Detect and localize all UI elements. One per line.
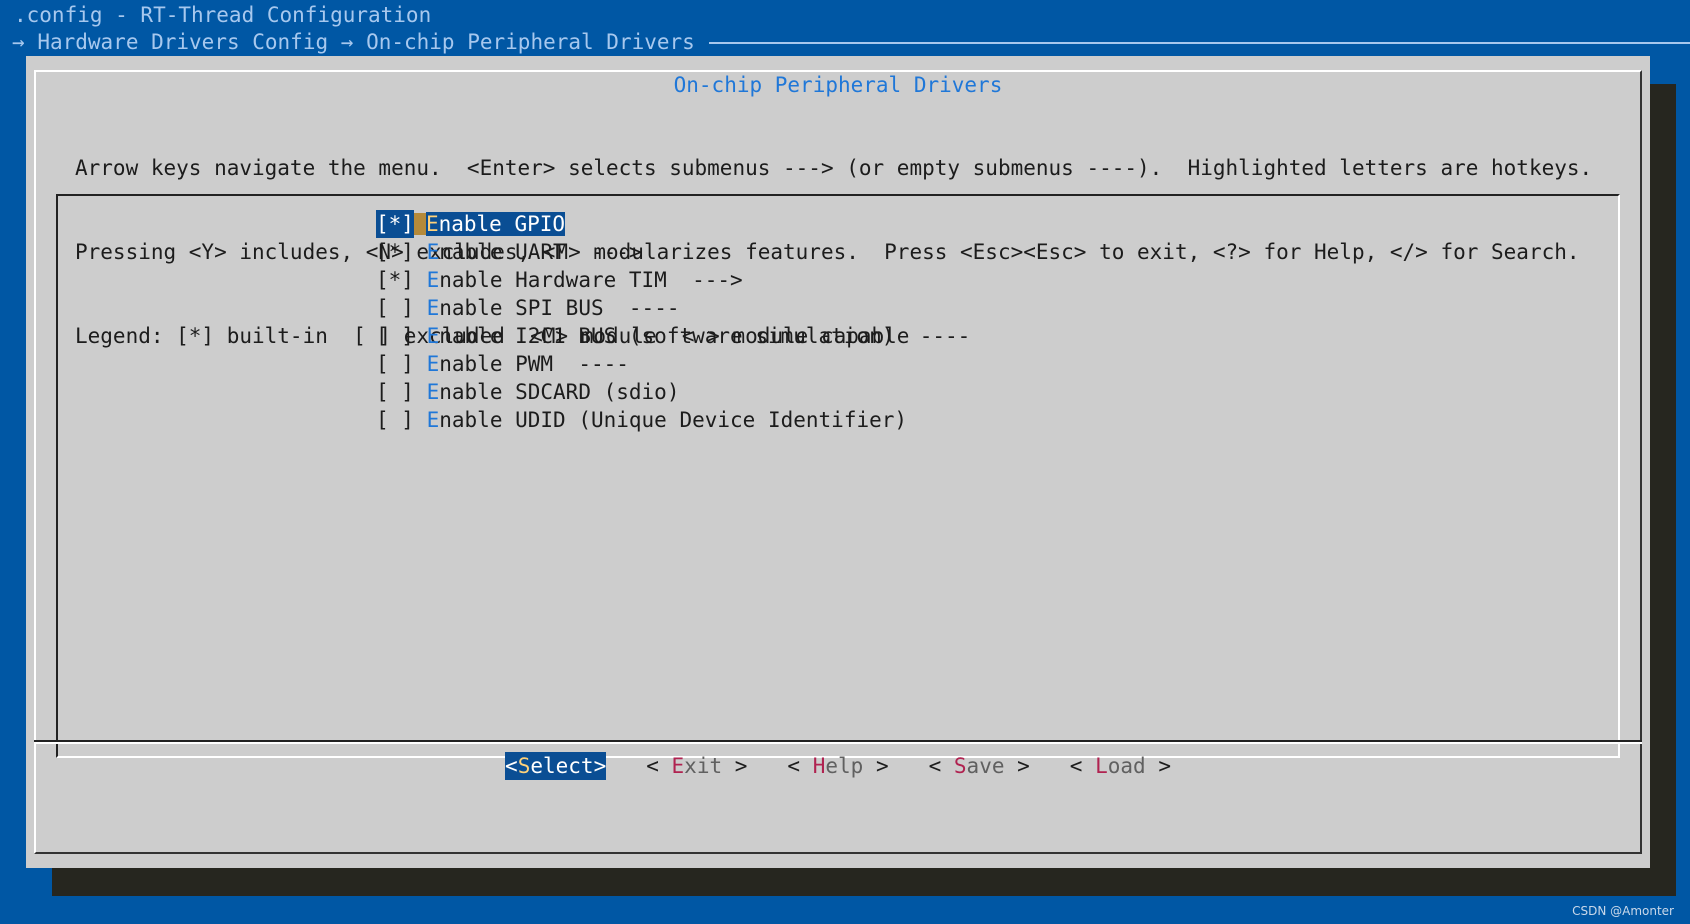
- menu-item-label: Enable UART: [426, 240, 566, 264]
- checkbox-mark[interactable]: [ ]: [376, 378, 414, 406]
- menu-item-label: Enable PWM: [426, 352, 554, 376]
- button-separator: [34, 740, 1642, 744]
- help-line-navigation: Arrow keys navigate the menu. <Enter> se…: [75, 156, 1593, 180]
- hotkey-letter: E: [426, 296, 440, 320]
- hotkey-letter: E: [426, 324, 440, 348]
- config-dialog: On-chip Peripheral Drivers Arrow keys na…: [26, 56, 1650, 868]
- hotkey-letter: E: [426, 268, 440, 292]
- menu-item[interactable]: [ ] Enable SDCARD (sdio): [376, 378, 970, 406]
- app-title: .config - RT-Thread Configuration: [14, 3, 432, 27]
- menu-item-label: Enable I2C1 BUS (software simulation): [426, 324, 895, 348]
- menu-item-label: Enable UDID (Unique Device Identifier): [426, 408, 908, 432]
- hotkey-letter: E: [426, 380, 440, 404]
- menu-item-label: Enable SDCARD (sdio): [426, 380, 680, 404]
- menu-item-label: Enable SPI BUS: [426, 296, 604, 320]
- checkbox-mark[interactable]: [*]: [376, 210, 414, 238]
- submenu-indicator: --->: [565, 240, 642, 264]
- hotkey-letter: E: [426, 240, 440, 264]
- checkbox-mark[interactable]: [ ]: [376, 294, 414, 322]
- load-button[interactable]: < Load >: [1070, 752, 1171, 780]
- breadcrumb-arrow-icon: →: [340, 30, 354, 54]
- menu-item[interactable]: [ ] Enable PWM ----: [376, 350, 970, 378]
- button-bar: <Select> < Exit > < Help > < Save > < Lo…: [26, 752, 1650, 780]
- breadcrumb: → Hardware Drivers Config → On-chip Peri…: [12, 29, 1690, 55]
- breadcrumb-item-hardware-drivers-config[interactable]: Hardware Drivers Config: [37, 29, 328, 55]
- submenu-indicator: ----: [894, 324, 971, 348]
- checkbox-mark[interactable]: [ ]: [376, 350, 414, 378]
- select-button[interactable]: <Select>: [505, 752, 607, 780]
- hotkey-letter: E: [426, 408, 440, 432]
- checkbox-mark[interactable]: [*]: [376, 266, 414, 294]
- breadcrumb-arrow-icon: →: [12, 30, 25, 54]
- dialog-title: On-chip Peripheral Drivers: [36, 72, 1640, 98]
- menu-item-label: Enable GPIO: [425, 212, 566, 236]
- menu-list[interactable]: [*] Enable GPIO [*] Enable UART ---> [*] En…: [56, 194, 1620, 758]
- menu-item[interactable]: [ ] Enable SPI BUS ----: [376, 294, 970, 322]
- breadcrumb-rule: [708, 42, 1690, 44]
- menu-item[interactable]: [*] Enable GPIO: [376, 210, 970, 238]
- exit-button[interactable]: < Exit >: [646, 752, 747, 780]
- checkbox-mark[interactable]: [*]: [376, 238, 414, 266]
- menu-item[interactable]: [ ] Enable I2C1 BUS (software simulation…: [376, 322, 970, 350]
- menu-items: [*] Enable GPIO [*] Enable UART ---> [*] En…: [376, 210, 970, 434]
- breadcrumb-item-on-chip-peripheral-drivers: On-chip Peripheral Drivers: [366, 30, 695, 54]
- checkbox-mark[interactable]: [ ]: [376, 322, 414, 350]
- hotkey-letter: E: [426, 352, 440, 376]
- submenu-indicator: --->: [666, 268, 743, 292]
- menu-item[interactable]: [*] Enable UART --->: [376, 238, 970, 266]
- submenu-indicator: ----: [603, 296, 680, 320]
- cursor-block: [413, 213, 426, 235]
- submenu-indicator: ----: [553, 352, 629, 376]
- save-button[interactable]: < Save >: [929, 752, 1030, 780]
- menu-item[interactable]: [ ] Enable UDID (Unique Device Identifie…: [376, 406, 970, 434]
- help-button[interactable]: < Help >: [787, 752, 888, 780]
- menu-item[interactable]: [*] Enable Hardware TIM --->: [376, 266, 970, 294]
- watermark: CSDN @Amonter: [1572, 904, 1674, 918]
- checkbox-mark[interactable]: [ ]: [376, 406, 414, 434]
- menu-item-label: Enable Hardware TIM: [426, 268, 667, 292]
- hotkey-letter: E: [425, 212, 439, 236]
